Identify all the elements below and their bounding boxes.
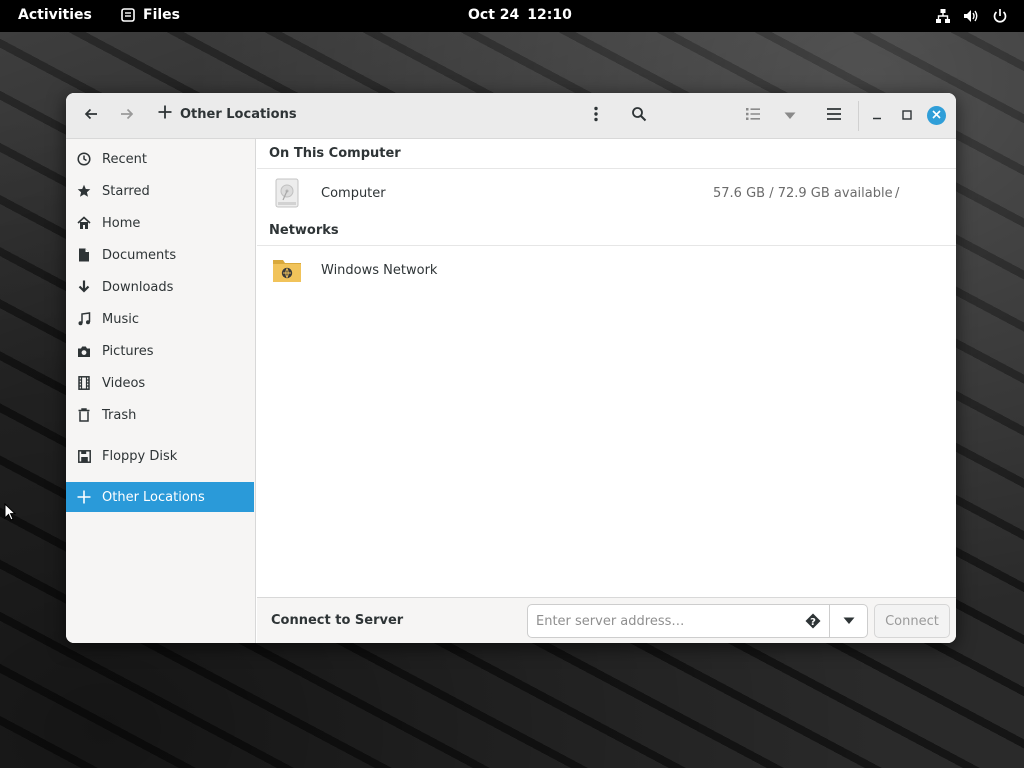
connect-to-server-label: Connect to Server xyxy=(271,613,404,628)
close-icon xyxy=(932,108,941,123)
clock-time: 12:10 xyxy=(527,7,572,23)
volume-icon xyxy=(963,8,980,24)
search-button[interactable] xyxy=(624,101,654,131)
sidebar-item-starred[interactable]: Starred xyxy=(66,176,254,206)
camera-icon xyxy=(76,343,92,359)
forward-icon xyxy=(119,106,135,126)
sidebar-item-label: Home xyxy=(102,215,141,231)
back-button[interactable] xyxy=(76,101,106,131)
sidebar-item-label: Recent xyxy=(102,151,147,167)
download-icon xyxy=(76,279,92,295)
sidebar-item-label: Pictures xyxy=(102,343,154,359)
document-icon xyxy=(76,247,92,263)
sidebar-item-label: Downloads xyxy=(102,279,174,295)
music-icon xyxy=(76,311,92,327)
path-bar[interactable]: Other Locations xyxy=(158,105,297,123)
svg-text:?: ? xyxy=(810,617,816,628)
sidebar-item-home[interactable]: Home xyxy=(66,208,254,238)
maximize-button[interactable] xyxy=(892,101,922,131)
kebab-menu-icon xyxy=(593,106,599,126)
sidebar-item-label: Trash xyxy=(102,407,137,423)
sidebar-item-label: Videos xyxy=(102,375,146,391)
recent-servers-dropdown-button[interactable] xyxy=(830,604,868,638)
sidebar-item-pictures[interactable]: Pictures xyxy=(66,336,254,366)
sidebar-item-trash[interactable]: Trash xyxy=(66,400,254,430)
chevron-down-icon xyxy=(843,614,855,629)
files-app-icon xyxy=(121,8,135,22)
new-location-icon xyxy=(158,105,172,123)
home-icon xyxy=(76,215,92,231)
network-folder-icon xyxy=(272,255,302,285)
drive-icon xyxy=(272,178,302,208)
view-options-icon xyxy=(784,109,796,124)
section-header-networks: Networks xyxy=(257,216,956,246)
list-view-button[interactable] xyxy=(738,101,768,131)
sidebar-item-music[interactable]: Music xyxy=(66,304,254,334)
path-label: Other Locations xyxy=(180,106,297,122)
location-name: Windows Network xyxy=(321,262,438,278)
view-options-button[interactable] xyxy=(775,101,805,131)
network-icon xyxy=(935,8,951,24)
sidebar-item-other-locations[interactable]: Other Locations xyxy=(66,482,254,512)
sidebar-item-videos[interactable]: Videos xyxy=(66,368,254,398)
clock-icon xyxy=(76,151,92,167)
system-tray[interactable] xyxy=(935,8,1008,24)
mouse-cursor-icon xyxy=(4,502,17,525)
sidebar-item-recent[interactable]: Recent xyxy=(66,144,254,174)
star-icon xyxy=(76,183,92,199)
help-icon[interactable]: ? xyxy=(805,613,821,629)
app-menu[interactable]: Files xyxy=(121,7,180,23)
location-mount-point: / xyxy=(895,185,900,201)
sidebar-item-documents[interactable]: Documents xyxy=(66,240,254,270)
header-bar: Other Locations xyxy=(66,93,956,139)
back-icon xyxy=(83,106,99,126)
sidebar-item-floppy-disk[interactable]: Floppy Disk xyxy=(66,441,254,471)
list-view-icon xyxy=(745,107,761,125)
location-row-windows-network[interactable]: Windows Network xyxy=(257,247,956,293)
location-row-computer[interactable]: Computer 57.6 GB / 72.9 GB available / xyxy=(257,170,956,216)
search-icon xyxy=(631,106,647,126)
floppy-icon xyxy=(76,448,92,464)
server-address-input[interactable] xyxy=(527,604,830,638)
power-icon xyxy=(992,8,1008,24)
sidebar-item-label: Other Locations xyxy=(102,489,205,505)
connect-button[interactable]: Connect xyxy=(874,604,950,638)
sidebar-item-label: Music xyxy=(102,311,139,327)
close-button[interactable] xyxy=(927,106,946,125)
more-options-button[interactable] xyxy=(581,101,611,131)
film-icon xyxy=(76,375,92,391)
main-menu-button[interactable] xyxy=(819,101,849,131)
activities-button[interactable]: Activities xyxy=(18,7,92,23)
top-bar: Activities Files Oct 24 12:10 xyxy=(0,0,1024,32)
hamburger-menu-icon xyxy=(826,107,842,125)
app-menu-label: Files xyxy=(143,7,180,23)
sidebar: Recent Starred Home Documents Downloads … xyxy=(66,139,256,643)
sidebar-item-label: Documents xyxy=(102,247,177,263)
minimize-icon xyxy=(872,109,882,124)
connect-to-server-bar: Connect to Server ? Connect xyxy=(257,597,956,643)
clock-date: Oct 24 xyxy=(468,7,520,23)
forward-button[interactable] xyxy=(112,101,142,131)
maximize-icon xyxy=(902,109,912,124)
section-header-on-this-computer: On This Computer xyxy=(257,139,956,169)
sidebar-item-label: Floppy Disk xyxy=(102,448,178,464)
clock[interactable]: Oct 24 12:10 xyxy=(468,7,572,23)
location-name: Computer xyxy=(321,185,386,201)
sidebar-item-label: Starred xyxy=(102,183,150,199)
sidebar-item-downloads[interactable]: Downloads xyxy=(66,272,254,302)
files-window: Other Locations Recent Starred Home Docu… xyxy=(66,93,956,643)
plus-icon xyxy=(76,489,92,505)
minimize-button[interactable] xyxy=(862,101,892,131)
trash-icon xyxy=(76,407,92,423)
header-separator xyxy=(858,101,859,131)
location-available-space: 57.6 GB / 72.9 GB available xyxy=(713,185,893,201)
locations-list: On This Computer Computer 57.6 GB / 72.9… xyxy=(257,139,956,597)
